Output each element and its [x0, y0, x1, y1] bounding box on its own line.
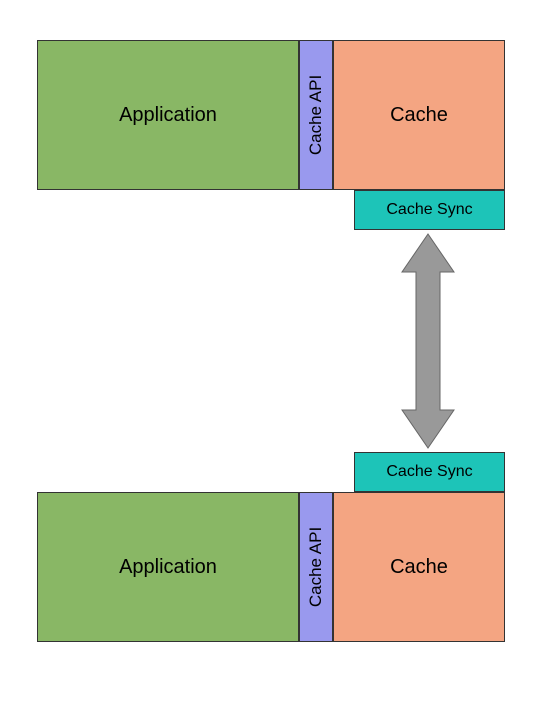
cache-api-label-bottom: Cache API [306, 527, 326, 607]
application-block-top: Application [37, 40, 299, 190]
cache-api-block-bottom: Cache API [299, 492, 333, 642]
application-block-bottom: Application [37, 492, 299, 642]
sync-arrow-icon [398, 232, 458, 450]
cache-sync-block-bottom: Cache Sync [354, 452, 505, 492]
cache-block-bottom: Cache [333, 492, 505, 642]
cache-api-block-top: Cache API [299, 40, 333, 190]
cache-block-top: Cache [333, 40, 505, 190]
cache-api-label-top: Cache API [306, 75, 326, 155]
cache-sync-block-top: Cache Sync [354, 190, 505, 230]
